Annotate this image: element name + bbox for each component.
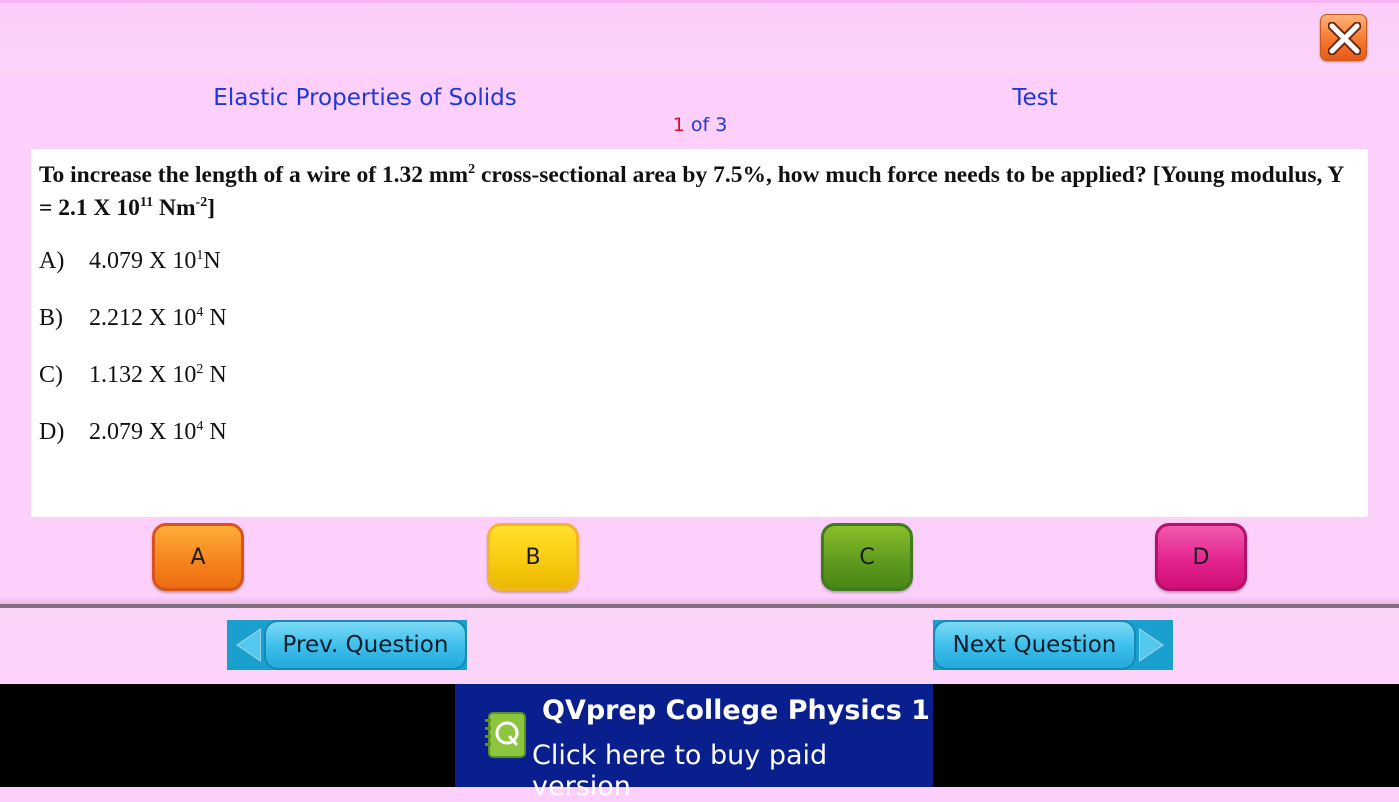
ad-banner[interactable]: QVprep College Physics 1 Click here to b…: [0, 684, 1399, 802]
counter-current: 1: [672, 114, 685, 136]
option-d: D) 2.079 X 104 N: [39, 419, 227, 446]
option-unit: N: [203, 419, 227, 445]
option-value: 2.212 X 10: [89, 305, 197, 331]
top-bar: [0, 0, 1399, 76]
answer-d-button[interactable]: D: [1155, 523, 1247, 591]
option-b: B) 2.212 X 104 N: [39, 305, 227, 332]
subject-title: Elastic Properties of Solids: [213, 85, 517, 111]
option-value: 2.079 X 10: [89, 419, 197, 445]
question-counter: 1 of 3: [600, 114, 800, 136]
option-a: A) 4.079 X 101N: [39, 248, 221, 275]
option-unit: N: [203, 305, 227, 331]
close-icon: [1328, 22, 1361, 55]
option-unit: N: [203, 248, 221, 274]
option-letter: A): [39, 248, 65, 274]
question-text: To increase the length of a wire of 1.32…: [39, 159, 1349, 225]
answer-b-button[interactable]: B: [487, 523, 579, 591]
counter-total: of 3: [684, 114, 728, 136]
answer-a-button[interactable]: A: [152, 523, 244, 591]
option-letter: B): [39, 305, 63, 331]
question-part: Nm: [153, 195, 196, 221]
prev-question-button[interactable]: Prev. Question: [227, 620, 467, 670]
mode-title: Test: [1012, 85, 1058, 111]
question-superscript: 2: [468, 162, 476, 178]
question-panel: To increase the length of a wire of 1.32…: [31, 149, 1368, 517]
navigation-bar: [0, 596, 1399, 684]
option-c: C) 1.132 X 102 N: [39, 362, 227, 389]
option-letter: C): [39, 362, 63, 388]
question-superscript: 11: [139, 195, 154, 211]
question-part: ]: [207, 195, 216, 221]
option-value: 1.132 X 10: [89, 362, 197, 388]
qvprep-logo-icon: [485, 712, 526, 758]
ad-content[interactable]: QVprep College Physics 1 Click here to b…: [455, 684, 933, 802]
next-question-label: Next Question: [933, 620, 1136, 670]
close-button[interactable]: [1320, 14, 1367, 61]
question-superscript: -2: [195, 195, 208, 211]
ad-subtitle: Click here to buy paid version: [532, 740, 828, 802]
prev-question-label: Prev. Question: [264, 620, 467, 670]
ad-title: QVprep College Physics 1: [542, 695, 930, 726]
question-part: To increase the length of a wire of 1.32…: [39, 162, 469, 188]
next-question-button[interactable]: Next Question: [933, 620, 1173, 670]
option-value: 4.079 X 10: [89, 248, 197, 274]
option-letter: D): [39, 419, 65, 445]
answer-c-button[interactable]: C: [821, 523, 913, 591]
arrow-right-icon: [1139, 628, 1164, 662]
option-unit: N: [203, 362, 227, 388]
arrow-left-icon: [236, 628, 261, 662]
